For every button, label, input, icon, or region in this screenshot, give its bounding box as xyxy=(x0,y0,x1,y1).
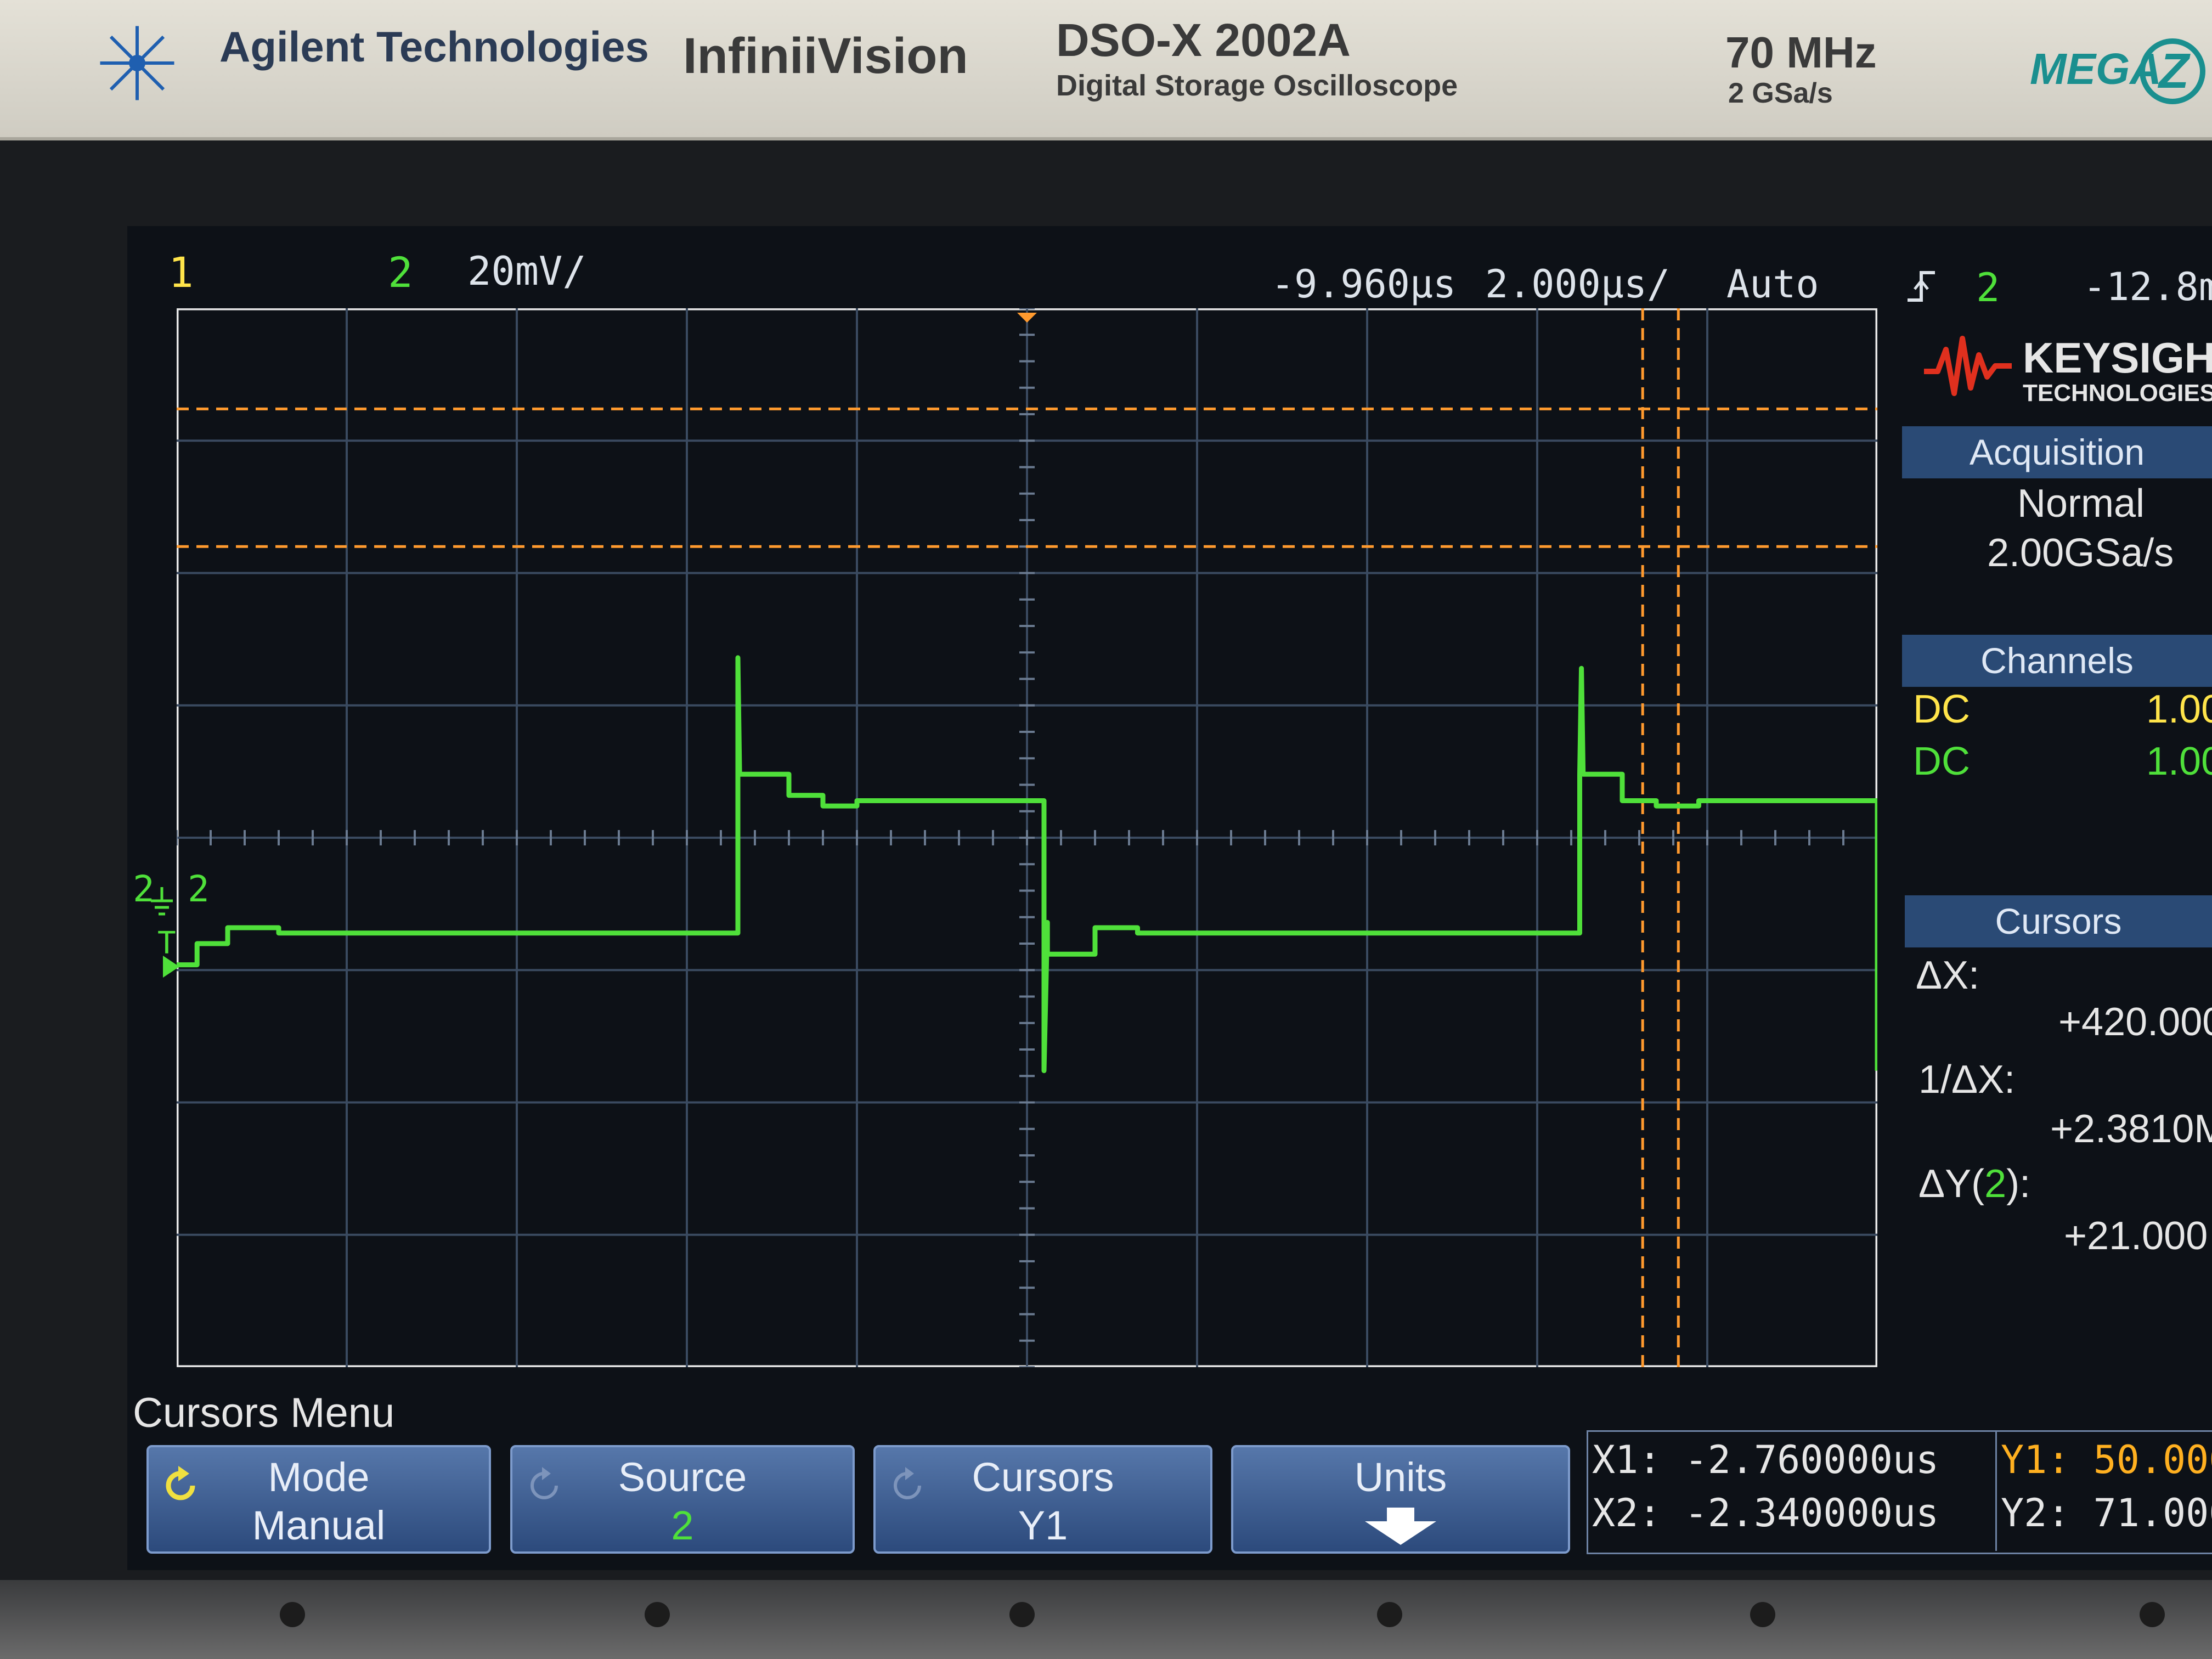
rising-edge-icon xyxy=(1908,271,1935,302)
trigger-mode[interactable]: Auto xyxy=(1726,262,1819,307)
cursors-softkey-label: Cursors xyxy=(972,1454,1114,1500)
trigger-level[interactable]: -12.8mV xyxy=(2083,264,2212,309)
svg-text:Z: Z xyxy=(2157,44,2191,99)
bandwidth-label: 70 MHz xyxy=(1725,28,1877,77)
model-name: DSO-X 2002A xyxy=(1056,14,1351,66)
model-description: Digital Storage Oscilloscope xyxy=(1056,69,1458,102)
keysight-brand-sub: TECHNOLOGIES xyxy=(2023,380,2212,407)
inverse-delta-x-value: +2.3810M xyxy=(2050,1107,2212,1151)
channel-1-coupling: DC xyxy=(1913,687,1970,731)
channel-2-scale[interactable]: 20mV/ xyxy=(467,248,586,294)
mode-softkey[interactable]: Mode Manual xyxy=(146,1445,491,1554)
keysight-logo-icon xyxy=(1924,336,2012,396)
keysight-brand: KEYSIGHT xyxy=(2023,334,2212,382)
delta-y-label: ΔY(2): xyxy=(1918,1162,2031,1206)
channel-2-marker[interactable]: 2 xyxy=(188,868,210,910)
scope-display: 1 2 20mV/ -9.960µs 2.000µs/ Auto 2 -12.8… xyxy=(127,226,2212,1570)
cursors-header[interactable]: Cursors xyxy=(1905,895,2212,947)
x2-readout: X2: -2.340000us xyxy=(1592,1491,1939,1536)
source-softkey[interactable]: Source 2 xyxy=(510,1445,855,1554)
agilent-spark-logo xyxy=(100,26,174,100)
source-softkey-value: 2 xyxy=(671,1503,694,1548)
y2-readout: Y2: 71.000mV xyxy=(2001,1491,2212,1536)
down-arrow-icon xyxy=(1365,1508,1436,1545)
front-panel-knob-row xyxy=(0,1580,2212,1659)
cursors-title: Cursors xyxy=(1995,901,2122,941)
time-delay[interactable]: -9.960µs xyxy=(1271,262,1456,307)
sample-rate-label: 2 GSa/s xyxy=(1728,77,1833,109)
panel-screw xyxy=(2140,1602,2165,1627)
units-softkey-label: Units xyxy=(1354,1454,1447,1500)
channel-2-scale: 1.00 xyxy=(2146,740,2212,783)
mode-softkey-label: Mode xyxy=(268,1454,370,1500)
trigger-position-marker xyxy=(1017,313,1037,323)
panel-screw xyxy=(1377,1602,1402,1627)
delta-y-channel: 2 xyxy=(1984,1162,2007,1206)
channels-header[interactable]: Channels xyxy=(1902,635,2212,687)
acquisition-header[interactable]: Acquisition xyxy=(1902,426,2212,478)
delta-y-value: +21.000 xyxy=(2064,1214,2208,1258)
menu-title: Cursors Menu xyxy=(133,1390,395,1436)
x1-readout: X1: -2.760000us xyxy=(1592,1437,1939,1482)
product-line: InfiniiVision xyxy=(683,28,968,84)
delta-x-value: +420.000 xyxy=(2058,1000,2212,1044)
brand-name: Agilent Technologies xyxy=(219,22,649,71)
acquisition-title: Acquisition xyxy=(1969,432,2145,472)
units-softkey[interactable]: Units xyxy=(1231,1445,1570,1554)
cursors-softkey[interactable]: Cursors Y1 xyxy=(873,1445,1212,1554)
panel-screw xyxy=(645,1602,670,1627)
mode-softkey-value: Manual xyxy=(252,1503,386,1548)
source-softkey-label: Source xyxy=(618,1454,747,1500)
y1-readout: Y1: 50.000mV xyxy=(2001,1437,2212,1482)
channels-title: Channels xyxy=(1980,640,2134,681)
time-scale[interactable]: 2.000µs/ xyxy=(1485,262,1670,307)
panel-screw xyxy=(1750,1602,1775,1627)
channel-1-label[interactable]: 1 xyxy=(168,248,194,297)
delta-x-label: ΔX: xyxy=(1916,953,1980,997)
channel-2-label[interactable]: 2 xyxy=(388,248,413,297)
trigger-arrow-icon xyxy=(163,956,179,978)
readout-divider xyxy=(1995,1430,1997,1551)
channel-1-scale: 1.00 xyxy=(2146,687,2212,731)
cursors-softkey-value: Y1 xyxy=(1018,1503,1068,1548)
acquisition-rate: 2.00GSa/s xyxy=(1987,531,2174,575)
channel-2-coupling: DC xyxy=(1913,740,1970,783)
panel-screw xyxy=(1009,1602,1035,1627)
panel-screw xyxy=(280,1602,305,1627)
ground-icon xyxy=(151,887,173,916)
zoom-logo-icon: Z xyxy=(2140,38,2205,104)
oscilloscope-bezel: Agilent Technologies InfiniiVision DSO-X… xyxy=(0,0,2212,140)
acquisition-mode: Normal xyxy=(2017,482,2145,526)
inverse-delta-x-label: 1/ΔX: xyxy=(1918,1058,2016,1102)
trigger-source[interactable]: 2 xyxy=(1976,264,2000,311)
waveform-graticule[interactable] xyxy=(177,308,1877,1367)
